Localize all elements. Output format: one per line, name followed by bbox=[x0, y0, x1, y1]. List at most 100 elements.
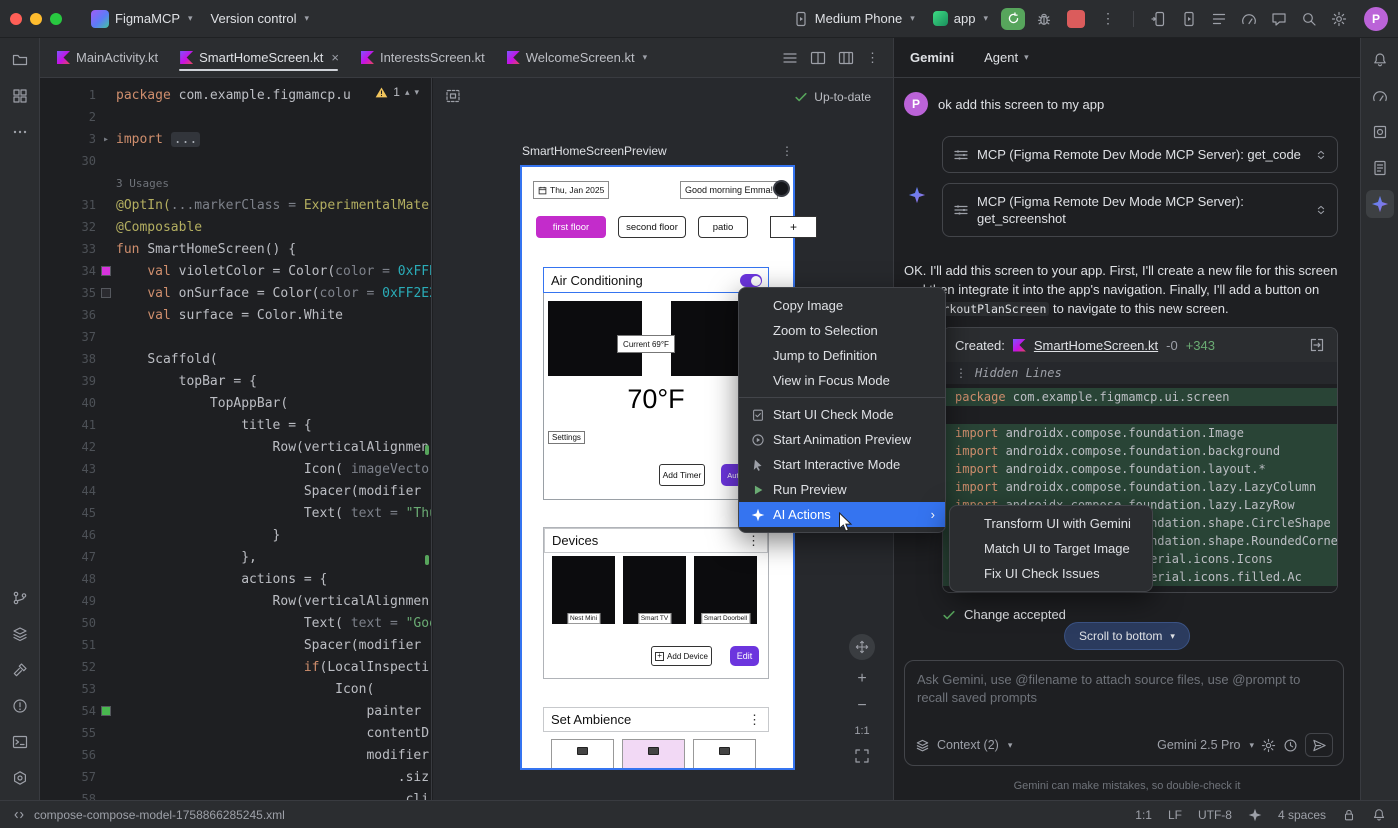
menu-item-start-interactive-mode[interactable]: Start Interactive Mode bbox=[739, 452, 945, 477]
menu-item-match-ui-to-target-image[interactable]: Match UI to Target Image bbox=[950, 536, 1152, 561]
pan-tool-button[interactable] bbox=[849, 634, 875, 660]
device-tile-smart-doorbell[interactable]: Smart Doorbell bbox=[694, 556, 757, 624]
debug-button[interactable] bbox=[1031, 6, 1057, 32]
toolbar-button-structure-icon[interactable] bbox=[1206, 6, 1232, 32]
section-options-icon[interactable]: ⋮ bbox=[748, 712, 761, 728]
zoom-level[interactable]: 1:1 bbox=[854, 725, 869, 737]
scroll-to-bottom-button[interactable]: Scroll to bottom▾ bbox=[1064, 622, 1190, 650]
run-button[interactable] bbox=[1001, 8, 1025, 30]
menu-item-run-preview[interactable]: Run Preview bbox=[739, 477, 945, 502]
more-editor-options-icon[interactable]: ⋮ bbox=[866, 50, 879, 66]
file-encoding[interactable]: UTF-8 bbox=[1198, 808, 1232, 822]
tool-button-gemini-icon[interactable] bbox=[1366, 190, 1394, 218]
chat-input[interactable]: Ask Gemini, use @filename to attach sour… bbox=[904, 660, 1344, 766]
menu-item-transform-ui-with-gemini[interactable]: Transform UI with Gemini bbox=[950, 511, 1152, 536]
tool-button-prompt-library-icon[interactable] bbox=[1366, 154, 1394, 182]
menu-item-start-ui-check-mode[interactable]: Start UI Check Mode bbox=[739, 402, 945, 427]
color-swatch[interactable] bbox=[101, 266, 111, 276]
ambience-tile[interactable] bbox=[551, 739, 614, 768]
chat-history-icon[interactable] bbox=[1283, 738, 1298, 753]
toolbar-button-running-devices-icon[interactable] bbox=[1176, 6, 1202, 32]
tool-button-terminal-icon[interactable] bbox=[6, 728, 34, 756]
tool-button-layers-icon[interactable] bbox=[6, 620, 34, 648]
notifications-icon[interactable] bbox=[1372, 808, 1386, 822]
tool-button-notifications-bell-icon[interactable] bbox=[1366, 46, 1394, 74]
run-config-selector[interactable]: app ▾ bbox=[926, 7, 995, 30]
tab-mainactivity[interactable]: MainActivity.kt bbox=[46, 38, 169, 77]
zoom-in-button[interactable]: + bbox=[857, 671, 866, 687]
ai-status-icon[interactable] bbox=[1248, 808, 1262, 822]
ambience-tile[interactable] bbox=[693, 739, 756, 768]
created-filename-link[interactable]: SmartHomeScreen.kt bbox=[1034, 338, 1158, 353]
device-tile-nest-mini[interactable]: Nest Mini bbox=[552, 556, 615, 624]
tool-call-card[interactable]: MCP (Figma Remote Dev Mode MCP Server): … bbox=[942, 136, 1338, 173]
next-issue-icon[interactable]: ▾ bbox=[414, 87, 419, 98]
zoom-window-button[interactable] bbox=[50, 13, 62, 25]
tool-button-more-tool-windows-icon[interactable] bbox=[6, 118, 34, 146]
add-device-button[interactable]: + Add Device bbox=[651, 646, 712, 666]
add-floor-chip[interactable]: + bbox=[770, 216, 817, 238]
tool-button-version-control-icon[interactable] bbox=[6, 584, 34, 612]
ac-toggle[interactable] bbox=[740, 274, 762, 287]
model-selector[interactable]: Gemini 2.5 Pro bbox=[1157, 738, 1240, 752]
project-selector[interactable]: FigmaMCP ▾ bbox=[84, 6, 200, 32]
more-run-options-button[interactable]: ⋮ bbox=[1095, 6, 1121, 32]
floor-chip-patio[interactable]: patio bbox=[698, 216, 748, 238]
editor-list-icon[interactable] bbox=[782, 50, 798, 66]
zoom-out-button[interactable]: − bbox=[857, 698, 866, 714]
prev-issue-icon[interactable]: ▴ bbox=[405, 87, 410, 98]
preview-options-icon[interactable]: ⋮ bbox=[781, 144, 793, 158]
device-tile-smart-tv[interactable]: Smart TV bbox=[623, 556, 686, 624]
tab-agent[interactable]: Agent▾ bbox=[984, 50, 1029, 65]
preview-canvas-icon[interactable] bbox=[445, 88, 461, 104]
expand-icon[interactable] bbox=[1315, 204, 1327, 216]
menu-item-copy-image[interactable]: Copy Image bbox=[739, 293, 945, 318]
vcs-widget[interactable]: Version control ▾ bbox=[204, 7, 317, 30]
tool-button-project-folder-icon[interactable] bbox=[6, 46, 34, 74]
tool-button-build-icon[interactable] bbox=[6, 656, 34, 684]
minimize-window-button[interactable] bbox=[30, 13, 42, 25]
floor-chip-first-floor[interactable]: first floor bbox=[536, 216, 606, 238]
readonly-lock-icon[interactable] bbox=[1342, 808, 1356, 822]
floor-chip-second-floor[interactable]: second floor bbox=[618, 216, 686, 238]
tool-button-layout-inspector-icon[interactable] bbox=[1366, 118, 1394, 146]
open-diff-icon[interactable] bbox=[1309, 337, 1325, 353]
indent-config[interactable]: 4 spaces bbox=[1278, 808, 1326, 822]
close-tab-icon[interactable]: × bbox=[331, 50, 339, 65]
user-avatar[interactable]: P bbox=[1364, 7, 1388, 31]
toolbar-button-profiler-icon[interactable] bbox=[1236, 6, 1262, 32]
split-editor-icon[interactable] bbox=[810, 50, 826, 66]
color-swatch[interactable] bbox=[101, 706, 111, 716]
tool-button-problems-icon[interactable] bbox=[6, 692, 34, 720]
tab-welcomescreen[interactable]: WelcomeScreen.kt ▾ bbox=[496, 38, 658, 77]
color-swatch[interactable] bbox=[101, 288, 111, 298]
inspections-widget[interactable]: 1 ▴ ▾ bbox=[371, 83, 423, 101]
menu-item-view-in-focus-mode[interactable]: View in Focus Mode bbox=[739, 368, 945, 393]
menu-item-fix-ui-check-issues[interactable]: Fix UI Check Issues bbox=[950, 561, 1152, 586]
tool-button-profiler-icon[interactable] bbox=[1366, 82, 1394, 110]
hidden-lines-row[interactable]: ⋮ Hidden Lines bbox=[943, 362, 1337, 384]
toolbar-button-settings-icon[interactable] bbox=[1326, 6, 1352, 32]
menu-item-start-animation-preview[interactable]: Start Animation Preview bbox=[739, 427, 945, 452]
status-file-name[interactable]: compose-compose-model-1758866285245.xml bbox=[34, 808, 285, 822]
send-button[interactable] bbox=[1305, 733, 1333, 757]
menu-item-jump-to-definition[interactable]: Jump to Definition bbox=[739, 343, 945, 368]
ambience-tile[interactable] bbox=[622, 739, 685, 768]
add-timer-button[interactable]: Add Timer bbox=[659, 464, 705, 486]
tab-smarthomescreen[interactable]: SmartHomeScreen.kt × bbox=[169, 38, 350, 77]
toolbar-button-device-mirror-icon[interactable] bbox=[1146, 6, 1172, 32]
menu-item-zoom-to-selection[interactable]: Zoom to Selection bbox=[739, 318, 945, 343]
stop-button[interactable] bbox=[1067, 10, 1085, 28]
caret-position[interactable]: 1:1 bbox=[1135, 808, 1152, 822]
close-window-button[interactable] bbox=[10, 13, 22, 25]
fold-arrow-icon[interactable]: ▸ bbox=[103, 134, 109, 145]
toolbar-button-feedback-icon[interactable] bbox=[1266, 6, 1292, 32]
settings-chip[interactable]: Settings bbox=[548, 431, 585, 444]
context-selector[interactable]: Context (2) bbox=[937, 738, 999, 752]
chat-settings-icon[interactable] bbox=[1261, 738, 1276, 753]
zoom-to-fit-button[interactable] bbox=[854, 748, 870, 767]
code-editor[interactable]: 1package com.example.figmamcp.u23▸import… bbox=[40, 78, 432, 800]
expand-icon[interactable] bbox=[1315, 149, 1327, 161]
editor-layout-icon[interactable] bbox=[838, 50, 854, 66]
tool-button-resource-manager-icon[interactable] bbox=[6, 82, 34, 110]
